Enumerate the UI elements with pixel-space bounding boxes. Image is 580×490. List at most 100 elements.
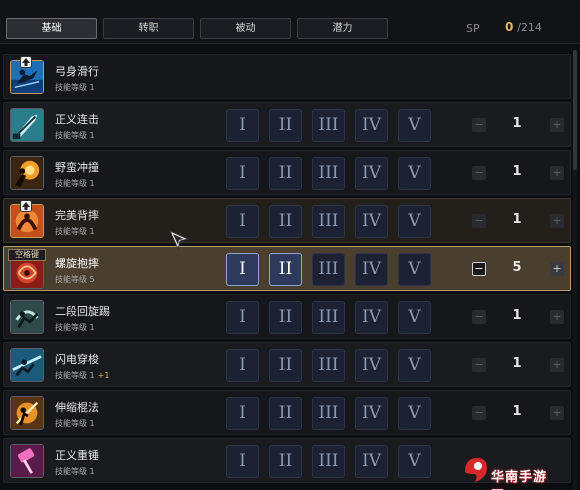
skill-level-count: 1	[512, 356, 522, 371]
rune-5-button[interactable]: V	[398, 253, 431, 286]
rune-1-button[interactable]: I	[226, 397, 259, 430]
increase-level-button[interactable]: +	[550, 262, 564, 276]
increase-level-button[interactable]: +	[550, 118, 564, 132]
rune-2-button[interactable]: II	[269, 157, 302, 190]
rune-2-button[interactable]: II	[269, 109, 302, 142]
skill-level-bonus: +1	[97, 371, 110, 380]
skill-level-caption: 技能等级	[55, 419, 87, 428]
decrease-level-button[interactable]: −	[472, 358, 486, 372]
rune-3-button[interactable]: III	[312, 253, 345, 286]
rune-5-button[interactable]: V	[398, 157, 431, 190]
skill-name: 闪电穿梭	[55, 353, 99, 366]
skill-level-text: 技能等级 1	[55, 130, 95, 141]
skill-row[interactable]: 二段回旋踢 技能等级 1 I II III IV V − 1 +	[3, 294, 571, 339]
skill-row[interactable]: 野蛮冲撞 技能等级 1 I II III IV V − 1 +	[3, 150, 571, 195]
scrollbar-thumb[interactable]	[573, 50, 577, 170]
decrease-level-button[interactable]: −	[472, 118, 486, 132]
rune-5-button[interactable]: V	[398, 301, 431, 334]
skill-name: 完美背摔	[55, 209, 99, 222]
skill-level-caption: 技能等级	[55, 83, 87, 92]
rune-5-button[interactable]: V	[398, 349, 431, 382]
rune-4-button[interactable]: IV	[355, 157, 388, 190]
skill-row[interactable]: 完美背摔 技能等级 1 I II III IV V − 1 +	[3, 198, 571, 243]
rune-4-button[interactable]: IV	[355, 205, 388, 238]
rune-5-button[interactable]: V	[398, 109, 431, 142]
rune-3-button[interactable]: III	[312, 205, 345, 238]
rune-5-button[interactable]: V	[398, 205, 431, 238]
skill-level-count: 1	[512, 164, 522, 179]
rune-2-button[interactable]: II	[269, 205, 302, 238]
mouse-pointer-icon	[169, 230, 190, 251]
rune-4-button[interactable]: IV	[355, 301, 388, 334]
skill-level-value: 1	[89, 371, 95, 380]
skill-level-value: 1	[89, 467, 95, 476]
skill-level-count: 1	[512, 308, 522, 323]
skill-level-value: 1	[89, 419, 95, 428]
increase-level-button[interactable]: +	[550, 358, 564, 372]
rune-2-button[interactable]: II	[269, 397, 302, 430]
increase-level-button[interactable]: +	[550, 214, 564, 228]
skill-level-text: 技能等级 1	[55, 466, 95, 477]
lightning-dash-skill-icon	[10, 348, 44, 382]
skill-level-caption: 技能等级	[55, 371, 87, 380]
tab-basic[interactable]: 基础	[6, 18, 97, 39]
skill-row-selected[interactable]: 空格键 螺旋抱摔 技能等级 5 I II III IV V − 5 +	[3, 246, 571, 291]
skill-level-caption: 技能等级	[55, 179, 87, 188]
skill-name: 弓身滑行	[55, 65, 99, 78]
skill-level-text: 技能等级 1	[55, 178, 95, 189]
rune-1-button[interactable]: I	[226, 253, 259, 286]
skill-row[interactable]: 正义连击 技能等级 1 I II III IV V − 1 +	[3, 102, 571, 147]
upgrade-available-icon	[20, 200, 32, 212]
rune-2-button[interactable]: II	[269, 301, 302, 334]
decrease-level-button[interactable]: −	[472, 406, 486, 420]
increase-level-button[interactable]: +	[550, 166, 564, 180]
rune-3-button[interactable]: III	[312, 301, 345, 334]
rune-1-button[interactable]: I	[226, 445, 259, 478]
decrease-level-button[interactable]: −	[472, 214, 486, 228]
decrease-level-button[interactable]: −	[472, 310, 486, 324]
rune-4-button[interactable]: IV	[355, 445, 388, 478]
increase-level-button[interactable]: +	[550, 406, 564, 420]
rune-4-button[interactable]: IV	[355, 109, 388, 142]
rune-3-button[interactable]: III	[312, 349, 345, 382]
rune-4-button[interactable]: IV	[355, 253, 388, 286]
rune-3-button[interactable]: III	[312, 445, 345, 478]
skill-level-text: 技能等级 1	[55, 418, 95, 429]
watermark-text: 华南手游网	[491, 470, 548, 490]
decrease-level-button[interactable]: −	[472, 166, 486, 180]
rune-1-button[interactable]: I	[226, 349, 259, 382]
rune-2-button[interactable]: II	[269, 445, 302, 478]
rune-3-button[interactable]: III	[312, 109, 345, 142]
skill-name: 正义重锤	[55, 449, 99, 462]
skill-level-caption: 技能等级	[55, 275, 87, 284]
skill-row[interactable]: 弓身滑行 技能等级 1	[3, 54, 571, 99]
tab-advancement[interactable]: 转职	[103, 18, 194, 39]
skill-list: 弓身滑行 技能等级 1 正义连击 技能等级 1 I II III IV V − …	[3, 50, 571, 490]
rune-3-button[interactable]: III	[312, 157, 345, 190]
rune-3-button[interactable]: III	[312, 397, 345, 430]
skill-level-text: 技能等级 1	[55, 322, 95, 333]
rune-2-button[interactable]: II	[269, 253, 302, 286]
rune-1-button[interactable]: I	[226, 301, 259, 334]
sp-label: SP	[466, 22, 480, 35]
site-watermark: 华南手游网	[461, 452, 547, 490]
rune-4-button[interactable]: IV	[355, 349, 388, 382]
justice-hammer-skill-icon	[10, 444, 44, 478]
skill-list-scrollbar[interactable]	[573, 50, 577, 490]
rune-1-button[interactable]: I	[226, 109, 259, 142]
tab-passive[interactable]: 被动	[200, 18, 291, 39]
rune-5-button[interactable]: V	[398, 397, 431, 430]
rune-2-button[interactable]: II	[269, 349, 302, 382]
decrease-level-button[interactable]: −	[472, 262, 486, 276]
rune-5-button[interactable]: V	[398, 445, 431, 478]
rune-1-button[interactable]: I	[226, 205, 259, 238]
rune-4-button[interactable]: IV	[355, 397, 388, 430]
tab-potential[interactable]: 潜力	[297, 18, 388, 39]
increase-level-button[interactable]: +	[550, 310, 564, 324]
skill-level-text: 技能等级 5	[55, 274, 95, 285]
skill-row[interactable]: 闪电穿梭 技能等级 1 +1 I II III IV V − 1 +	[3, 342, 571, 387]
rune-1-button[interactable]: I	[226, 157, 259, 190]
skill-level-caption: 技能等级	[55, 227, 87, 236]
skill-level-count: 1	[512, 212, 522, 227]
skill-row[interactable]: 伸缩棍法 技能等级 1 I II III IV V − 1 +	[3, 390, 571, 435]
